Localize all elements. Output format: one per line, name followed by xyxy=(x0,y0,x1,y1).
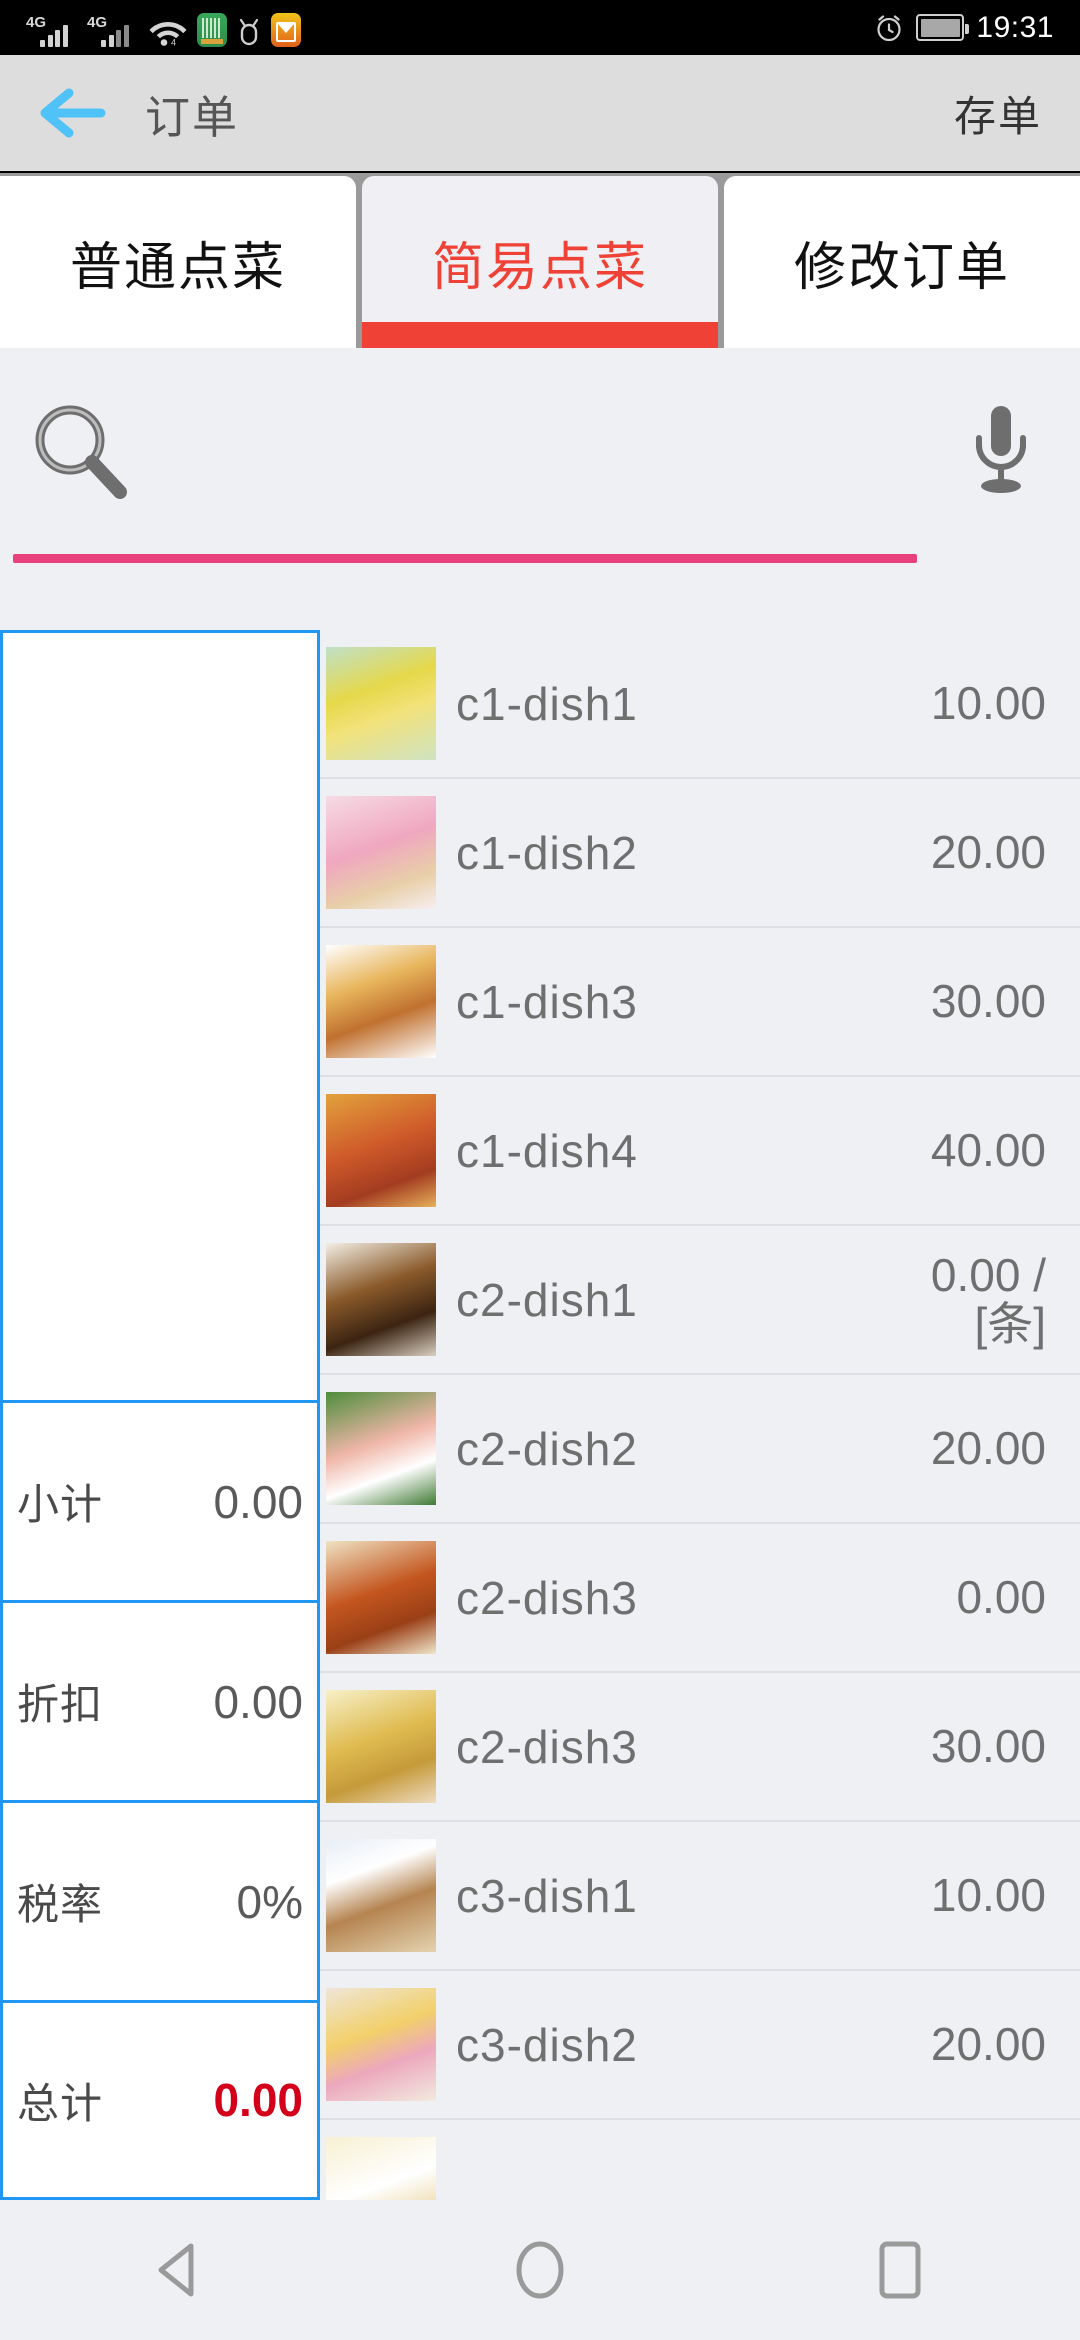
dish-price: 20.00 xyxy=(930,2018,1046,2071)
svg-text:4: 4 xyxy=(171,37,176,47)
dish-name: c3-dish1 xyxy=(456,1869,638,1922)
mail-icon xyxy=(271,12,301,47)
search-underline xyxy=(13,554,917,563)
tab-simple-order-label: 简易点菜 xyxy=(431,238,648,297)
dish-name: c1-dish1 xyxy=(456,677,638,730)
search-input[interactable] xyxy=(131,393,966,513)
dish-price: 30.00 xyxy=(930,1720,1046,1773)
tab-modify-order[interactable]: 修改订单 xyxy=(724,176,1080,348)
dish-thumbnail xyxy=(326,647,436,760)
order-panel: 小计 0.00 折扣 0.00 税率 0% 总计 0.00 xyxy=(0,630,320,2200)
dish-name: c2-dish2 xyxy=(456,1422,638,1475)
dish-row[interactable]: c3-dish1 10.00 xyxy=(320,1822,1080,1971)
android-nav-bar xyxy=(0,2200,1080,2340)
tab-simple-order[interactable]: 简易点菜 xyxy=(362,176,718,348)
dish-thumbnail xyxy=(326,1988,436,2101)
dish-name: c1-dish3 xyxy=(456,975,638,1028)
nav-home-icon[interactable] xyxy=(480,2220,600,2320)
summary-label-subtotal: 小计 xyxy=(17,1481,104,1528)
search-row xyxy=(0,378,1080,528)
nav-recents-icon[interactable] xyxy=(840,2220,960,2320)
dish-name: c2-dish3 xyxy=(456,1720,638,1773)
search-icon[interactable] xyxy=(26,398,131,508)
dish-name: c1-dish2 xyxy=(456,826,638,879)
search-bar xyxy=(0,348,1080,630)
summary-value-tax-rate: 0% xyxy=(236,1875,303,1928)
summary-label-discount: 折扣 xyxy=(17,1681,104,1728)
dish-row[interactable]: c1-dish3 30.00 xyxy=(320,928,1080,1077)
back-button[interactable] xyxy=(30,87,125,139)
status-bar-clock: 19:31 xyxy=(976,10,1054,44)
dish-thumbnail xyxy=(326,1094,436,1207)
status-bar-right-icons: 19:31 xyxy=(874,11,1054,45)
bug-icon xyxy=(236,15,262,47)
dish-price: 10.00 xyxy=(930,1869,1046,1922)
summary-label-total: 总计 xyxy=(17,2079,104,2127)
save-order-button[interactable]: 存单 xyxy=(954,83,1042,144)
nav-back-icon[interactable] xyxy=(120,2220,240,2320)
alarm-icon xyxy=(874,13,904,43)
microphone-icon[interactable] xyxy=(966,398,1036,508)
dish-thumbnail xyxy=(326,1690,436,1803)
signal-4g-icon-sim2: 4G xyxy=(87,13,139,47)
dish-list[interactable]: c1-dish1 10.00 c1-dish2 20.00 c1-dish3 30.00 c… xyxy=(320,630,1080,2200)
dish-name: c2-dish1 xyxy=(456,1273,638,1326)
phone-screen: 4G 4G 4 19:31 订单 存单 普通点菜 简易点菜 修改订单 小计 0.… xyxy=(0,0,1080,2340)
status-bar: 4G 4G 4 19:31 xyxy=(0,0,1080,55)
tab-bar: 普通点菜 简易点菜 修改订单 xyxy=(0,173,1080,348)
summary-value-total: 0.00 xyxy=(213,2074,303,2126)
dish-thumbnail xyxy=(326,1839,436,1952)
app-bar: 订单 存单 xyxy=(0,55,1080,173)
tab-modify-order-label: 修改订单 xyxy=(793,238,1010,297)
dish-thumbnail xyxy=(326,2137,436,2200)
tab-normal-order-label: 普通点菜 xyxy=(69,238,286,297)
dish-price: 0.00 xyxy=(956,1571,1046,1624)
dish-price: 30.00 xyxy=(930,975,1046,1028)
dish-price: 10.00 xyxy=(930,677,1046,730)
signal-4g-label-sim1: 4G xyxy=(26,13,47,31)
dish-price: 40.00 xyxy=(930,1124,1046,1177)
summary-label-tax-rate: 税率 xyxy=(17,1881,104,1928)
main-content: 小计 0.00 折扣 0.00 税率 0% 总计 0.00 c1-dish1 10… xyxy=(0,630,1080,2200)
summary-row-discount[interactable]: 折扣 0.00 xyxy=(0,1600,320,1800)
tab-indicator-simple xyxy=(362,322,718,348)
wifi-icon: 4 xyxy=(148,15,188,47)
dish-row[interactable]: c1-dish4 40.00 xyxy=(320,1077,1080,1226)
dish-row[interactable]: c1-dish2 20.00 xyxy=(320,779,1080,928)
dish-name: c1-dish4 xyxy=(456,1124,638,1177)
summary-row-subtotal[interactable]: 小计 0.00 xyxy=(0,1400,320,1600)
summary-row-tax-rate[interactable]: 税率 0% xyxy=(0,1800,320,2000)
dish-thumbnail xyxy=(326,1392,436,1505)
app-green-icon xyxy=(197,12,227,47)
dish-row[interactable]: c3-dish2 20.00 xyxy=(320,1971,1080,2120)
dish-row[interactable]: c2-dish2 20.00 xyxy=(320,1375,1080,1524)
signal-4g-label-sim2: 4G xyxy=(87,13,108,31)
dish-row[interactable]: c2-dish3 0.00 xyxy=(320,1524,1080,1673)
dish-name: c3-dish2 xyxy=(456,2018,638,2071)
battery-icon xyxy=(916,14,970,41)
dish-price: 20.00 xyxy=(930,1422,1046,1475)
dish-row[interactable]: c2-dish1 0.00 / [条] xyxy=(320,1226,1080,1375)
order-items-list[interactable] xyxy=(0,630,320,1400)
dish-name: c2-dish3 xyxy=(456,1571,638,1624)
dish-thumbnail xyxy=(326,1243,436,1356)
page-title: 订单 xyxy=(145,91,240,143)
dish-row[interactable]: c1-dish1 10.00 xyxy=(320,630,1080,779)
dish-price: 0.00 / [条] xyxy=(930,1248,1046,1350)
summary-value-discount: 0.00 xyxy=(213,1675,303,1728)
dish-thumbnail xyxy=(326,1541,436,1654)
status-bar-left-icons: 4G 4G 4 xyxy=(26,9,301,47)
dish-thumbnail xyxy=(326,796,436,909)
dish-price: 20.00 xyxy=(930,826,1046,879)
tab-normal-order[interactable]: 普通点菜 xyxy=(0,176,356,348)
dish-row[interactable]: c2-dish3 30.00 xyxy=(320,1673,1080,1822)
dish-thumbnail xyxy=(326,945,436,1058)
signal-4g-icon-sim1: 4G xyxy=(26,13,78,47)
dish-row[interactable] xyxy=(320,2120,1080,2200)
summary-row-total[interactable]: 总计 0.00 xyxy=(0,2000,320,2200)
summary-value-subtotal: 0.00 xyxy=(213,1475,303,1528)
